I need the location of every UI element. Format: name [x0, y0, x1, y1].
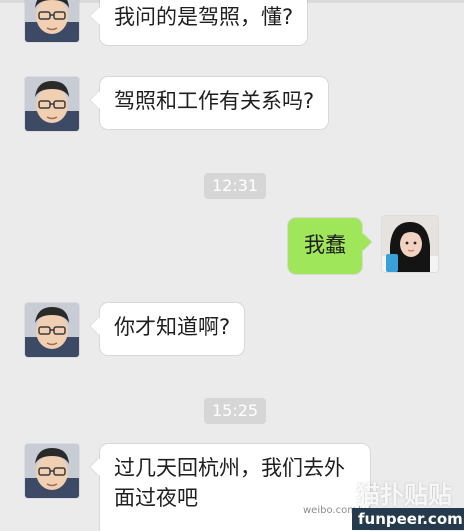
message-text: 驾照和工作有关系吗? — [114, 89, 315, 113]
contact-avatar[interactable] — [25, 0, 79, 42]
message-bubble[interactable]: 你才知道啊? — [100, 303, 245, 355]
site-watermark: funpeer.com — [352, 508, 464, 530]
message-bubble[interactable]: 驾照和工作有关系吗? — [100, 77, 329, 129]
message-bubble[interactable]: 我问的是驾照，懂? — [100, 0, 308, 45]
message-text: 你才知道啊? — [114, 315, 231, 339]
user-avatar[interactable] — [382, 216, 438, 272]
message-text: 我问的是驾照，懂? — [114, 5, 294, 29]
message-bubble-self[interactable]: 我蠢 — [288, 218, 362, 274]
timestamp: 12:31 — [204, 173, 267, 199]
contact-avatar[interactable] — [25, 303, 79, 357]
timestamp: 15:25 — [204, 398, 267, 424]
contact-avatar[interactable] — [25, 444, 79, 498]
contact-avatar[interactable] — [25, 77, 79, 131]
message-text: 我蠢 — [304, 233, 346, 257]
chat-window: 我问的是驾照，懂? 驾照和工作有关系吗? 12:31 我蠢 你才知道啊? 15:… — [0, 0, 464, 531]
